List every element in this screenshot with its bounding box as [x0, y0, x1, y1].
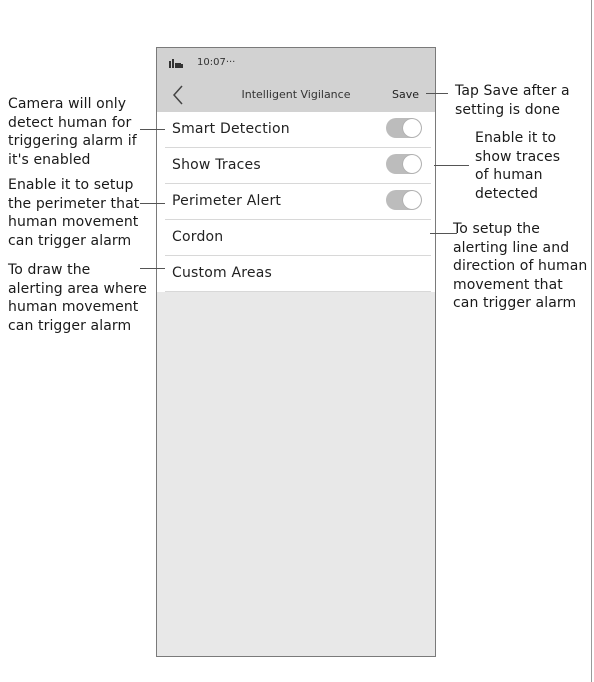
setting-show-traces[interactable]: Show Traces — [165, 148, 431, 184]
phone-screen: 10:07··· Intelligent Vigilance Save Smar… — [156, 47, 436, 657]
setting-cordon[interactable]: Cordon — [165, 220, 431, 256]
annotation-perimeter-alert: Enable it to setup the perimeter that hu… — [8, 177, 140, 249]
setting-label: Smart Detection — [172, 121, 290, 137]
status-time: 10:07··· — [197, 57, 236, 68]
settings-list: Smart Detection Show Traces Perimeter Al… — [157, 112, 435, 292]
setting-custom-areas[interactable]: Custom Areas — [165, 256, 431, 292]
app-header: Intelligent Vigilance Save — [157, 78, 435, 112]
leader-line — [426, 93, 448, 94]
smart-detection-toggle[interactable] — [386, 118, 422, 138]
toggle-knob — [403, 119, 421, 137]
annotation-show-traces: Enable it to show traces of human detect… — [475, 130, 561, 202]
setting-label: Perimeter Alert — [172, 193, 282, 209]
setting-perimeter-alert[interactable]: Perimeter Alert — [165, 184, 431, 220]
leader-line — [140, 129, 165, 130]
annotation-save: Tap Save after a setting is done — [455, 83, 570, 118]
status-bar: 10:07··· — [157, 48, 435, 78]
leader-line — [430, 233, 457, 234]
annotation-custom-areas: To draw the alerting area where human mo… — [8, 262, 147, 334]
setting-label: Cordon — [172, 229, 224, 245]
toggle-knob — [403, 191, 421, 209]
signal-icon — [169, 59, 183, 68]
setting-label: Custom Areas — [172, 265, 272, 281]
page-edge-line — [591, 0, 592, 682]
setting-label: Show Traces — [172, 157, 261, 173]
show-traces-toggle[interactable] — [386, 154, 422, 174]
setting-smart-detection[interactable]: Smart Detection — [165, 112, 431, 148]
toggle-knob — [403, 155, 421, 173]
annotation-smart-detection: Camera will only detect human for trigge… — [8, 96, 137, 168]
save-button[interactable]: Save — [392, 88, 419, 101]
perimeter-alert-toggle[interactable] — [386, 190, 422, 210]
leader-line — [434, 165, 469, 166]
annotation-cordon: To setup the alerting line and direction… — [453, 221, 588, 311]
leader-line — [140, 203, 165, 204]
leader-line — [140, 268, 165, 269]
